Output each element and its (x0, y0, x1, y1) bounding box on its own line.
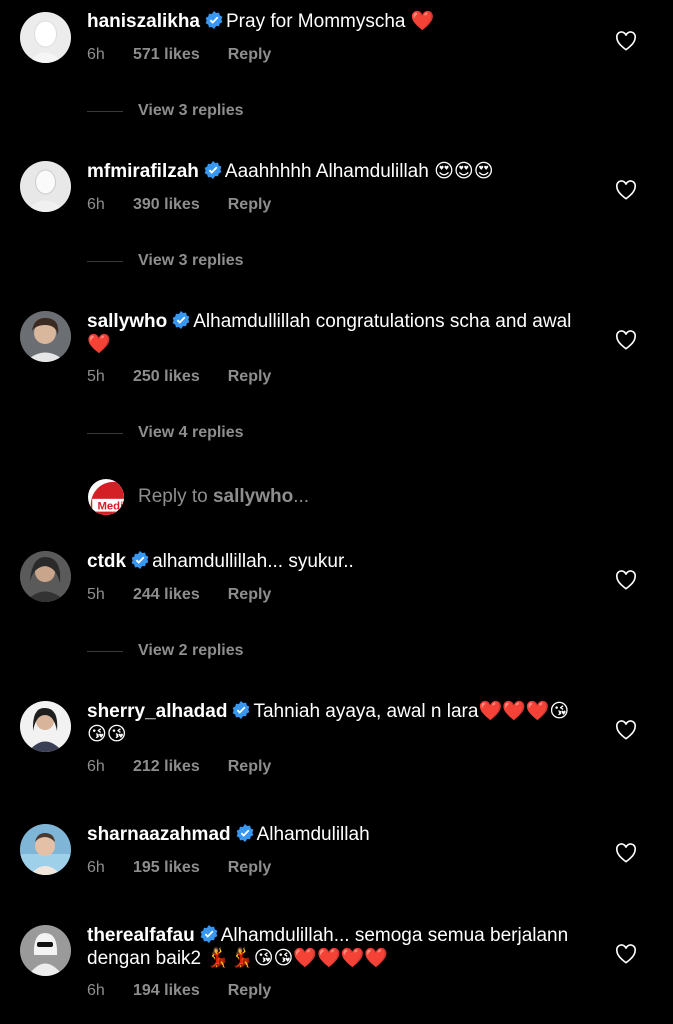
timestamp: 6h (87, 196, 105, 213)
divider (87, 650, 123, 652)
timestamp: 6h (87, 859, 105, 876)
likes-count[interactable]: 390 likes (133, 196, 200, 214)
likes-count[interactable]: 250 likes (133, 368, 200, 386)
timestamp: 5h (87, 368, 105, 385)
verified-badge-icon (204, 161, 222, 179)
reply-input[interactable]: Reply to sallywho... (138, 486, 309, 508)
username[interactable]: mfmirafilzah (87, 161, 199, 182)
comment-body: Aaahhhhh Alhamdulillah 😍😍😍 (224, 161, 494, 182)
heart-outline-icon[interactable] (615, 31, 637, 51)
timestamp: 6h (87, 758, 105, 775)
avatar[interactable] (20, 161, 71, 212)
heart-outline-icon[interactable] (615, 180, 637, 200)
divider (87, 432, 123, 434)
view-replies-label: View 3 replies (138, 252, 244, 269)
likes-count[interactable]: 212 likes (133, 758, 200, 776)
reply-suffix: ... (293, 486, 310, 507)
reply-button[interactable]: Reply (228, 586, 272, 604)
avatar[interactable] (20, 311, 71, 362)
avatar[interactable] (20, 925, 71, 976)
comment-text: sharnaazahmad Alhamdulillah (87, 824, 577, 847)
verified-badge-icon (172, 311, 190, 329)
username[interactable]: sherry_alhadad (87, 701, 227, 722)
heart-outline-icon[interactable] (615, 843, 637, 863)
timestamp: 6h (87, 982, 105, 999)
verified-badge-icon (200, 925, 218, 943)
likes-count[interactable]: 195 likes (133, 859, 200, 877)
comment-text: therealfafau Alhamdulillah... semoga semu… (87, 925, 577, 970)
view-replies-button[interactable]: View 2 replies (87, 642, 244, 660)
divider (87, 260, 123, 262)
comment-meta: 6h 194 likes Reply (87, 982, 271, 1000)
verified-badge-icon (205, 11, 223, 29)
reply-button[interactable]: Reply (228, 196, 272, 214)
comment-meta: 5h 244 likes Reply (87, 586, 271, 604)
comment-text: ctdk alhamdullillah... syukur.. (87, 551, 577, 574)
username[interactable]: sharnaazahmad (87, 824, 231, 845)
reply-button[interactable]: Reply (228, 46, 272, 64)
divider (87, 110, 123, 112)
heart-outline-icon[interactable] (615, 944, 637, 964)
reply-composer[interactable]: Media Reply to sallywho... (0, 477, 673, 517)
heart-outline-icon[interactable] (615, 720, 637, 740)
likes-count[interactable]: 194 likes (133, 982, 200, 1000)
view-replies-button[interactable]: View 3 replies (87, 252, 244, 270)
timestamp: 6h (87, 46, 105, 63)
comment-meta: 6h 390 likes Reply (87, 196, 271, 214)
comment-meta: 5h 250 likes Reply (87, 368, 271, 386)
view-replies-label: View 4 replies (138, 424, 244, 441)
comment-text: sherry_alhadad Tahniah ayaya, awal n lara… (87, 701, 577, 746)
comment-meta: 6h 212 likes Reply (87, 758, 271, 776)
reply-target: sallywho (212, 486, 294, 507)
comment-text: haniszalikha Pray for Mommyscha ❤️ (87, 11, 577, 34)
timestamp: 5h (87, 586, 105, 603)
avatar: Media (88, 479, 124, 515)
comment-body: Pray for Mommyscha ❤️ (226, 11, 435, 32)
likes-count[interactable]: 244 likes (133, 586, 200, 604)
comment-body: alhamdullillah... syukur.. (152, 551, 354, 572)
comment-meta: 6h 571 likes Reply (87, 46, 271, 64)
reply-prefix: Reply to (138, 486, 213, 507)
username[interactable]: sallywho (87, 311, 167, 332)
view-replies-label: View 2 replies (138, 642, 244, 659)
comment-body: Alhamdulillah (256, 824, 370, 845)
verified-badge-icon (131, 551, 149, 569)
verified-badge-icon (236, 824, 254, 842)
view-replies-label: View 3 replies (138, 102, 244, 119)
username[interactable]: haniszalikha (87, 11, 200, 32)
username[interactable]: therealfafau (87, 925, 195, 946)
heart-outline-icon[interactable] (615, 570, 637, 590)
avatar[interactable] (20, 551, 71, 602)
avatar[interactable] (20, 824, 71, 875)
avatar[interactable] (20, 12, 71, 63)
view-replies-button[interactable]: View 4 replies (87, 424, 244, 442)
view-replies-button[interactable]: View 3 replies (87, 102, 244, 120)
comment-meta: 6h 195 likes Reply (87, 859, 271, 877)
reply-button[interactable]: Reply (228, 758, 272, 776)
heart-outline-icon[interactable] (615, 330, 637, 350)
svg-text:Media: Media (97, 500, 124, 512)
reply-button[interactable]: Reply (228, 982, 272, 1000)
comment-text: sallywho Alhamdullillah congratulations s… (87, 311, 577, 356)
reply-button[interactable]: Reply (228, 368, 272, 386)
avatar[interactable] (20, 701, 71, 752)
comment-text: mfmirafilzah Aaahhhhh Alhamdulillah 😍😍😍 (87, 161, 577, 184)
likes-count[interactable]: 571 likes (133, 46, 200, 64)
username[interactable]: ctdk (87, 551, 126, 572)
verified-badge-icon (232, 701, 250, 719)
reply-button[interactable]: Reply (228, 859, 272, 877)
